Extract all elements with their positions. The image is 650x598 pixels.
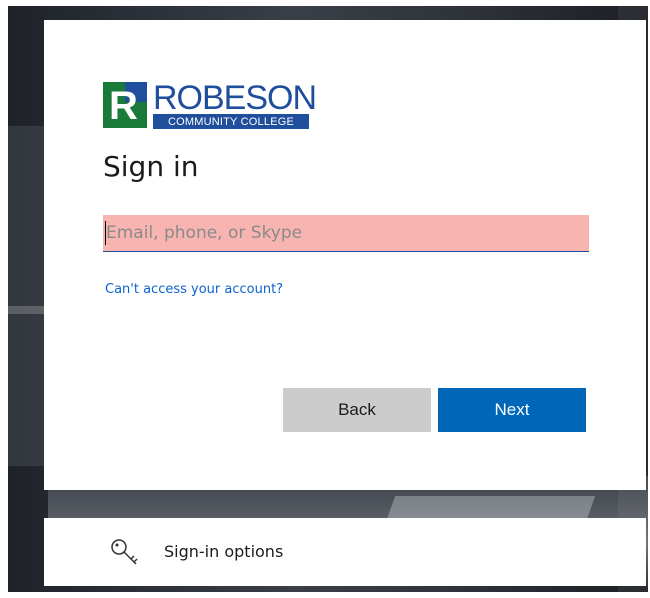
email-field[interactable] [103,215,589,251]
key-icon [111,539,138,565]
next-button[interactable]: Next [438,388,586,432]
logo-name: ROBESON [153,79,317,117]
logo-letter: R [109,84,138,128]
page-title: Sign in [103,150,199,183]
back-button[interactable]: Back [283,388,431,432]
logo-subname: COMMUNITY COLLEGE [153,115,309,129]
logo-mark: R [103,82,147,128]
college-logo: R ROBESON COMMUNITY COLLEGE [103,79,317,130]
text-cursor [105,221,106,245]
cant-access-link[interactable]: Can't access your account? [105,282,283,297]
signin-options-label: Sign-in options [164,542,284,561]
email-field-wrapper [103,215,589,252]
signin-options-button[interactable]: Sign-in options [44,518,646,586]
